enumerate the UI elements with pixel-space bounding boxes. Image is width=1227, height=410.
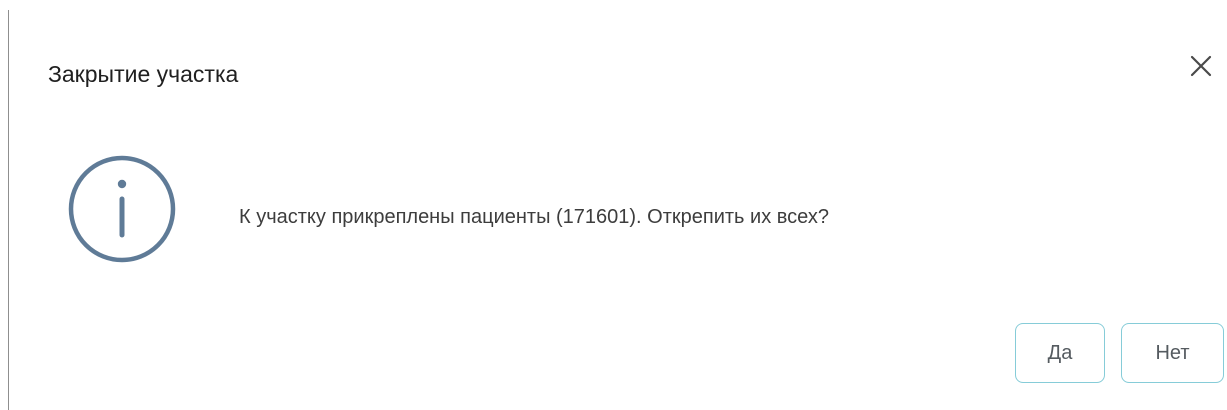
close-icon: [1190, 55, 1212, 77]
confirmation-dialog: Закрытие участка К участку прикреплены п…: [12, 0, 1227, 410]
dialog-title: Закрытие участка: [48, 61, 239, 87]
info-icon: [67, 154, 177, 264]
left-edge-line: [8, 10, 9, 410]
dialog-message: К участку прикреплены пациенты (171601).…: [239, 206, 829, 228]
yes-button[interactable]: Да: [1015, 323, 1105, 383]
close-button[interactable]: [1187, 52, 1215, 80]
page: Закрытие участка К участку прикреплены п…: [0, 0, 1227, 410]
no-button[interactable]: Нет: [1121, 323, 1224, 383]
